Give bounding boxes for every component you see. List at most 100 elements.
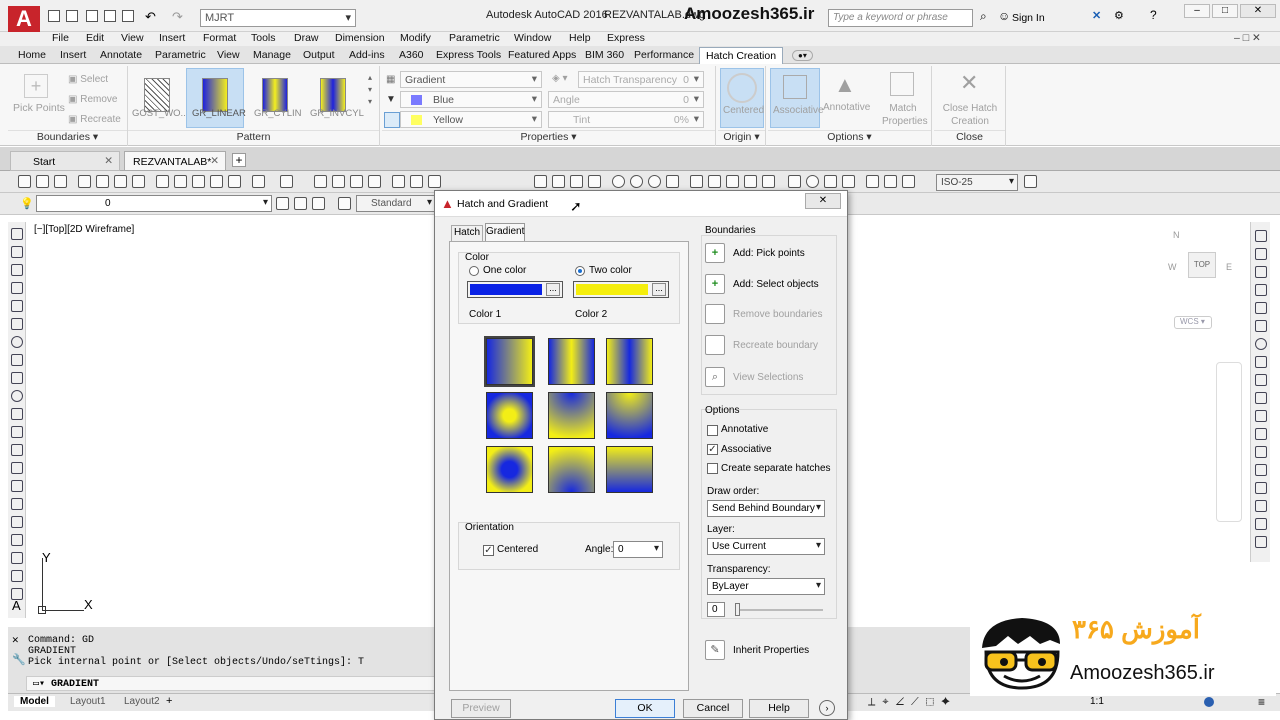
menu-dimension[interactable]: Dimension xyxy=(335,32,385,44)
make-current-icon[interactable] xyxy=(294,197,307,210)
trim-icon[interactable] xyxy=(1255,392,1267,404)
binoculars-icon[interactable]: ⌕ xyxy=(980,9,987,24)
isolate-objects-icon[interactable] xyxy=(1204,697,1214,707)
region-icon[interactable] xyxy=(11,516,23,528)
tab-gradient[interactable]: Gradient xyxy=(485,223,525,241)
dim-edit-icon[interactable] xyxy=(866,175,879,188)
layer-properties-icon[interactable] xyxy=(312,197,325,210)
tab-view[interactable]: View xyxy=(217,49,240,61)
transparency-slider-thumb[interactable] xyxy=(735,603,740,616)
minimize-button[interactable]: – xyxy=(1184,4,1210,18)
gradient-pattern-linear[interactable] xyxy=(484,336,535,387)
workspace-dropdown[interactable]: MJRT xyxy=(200,9,356,27)
viewcube-north[interactable]: N xyxy=(1173,230,1180,240)
line-icon[interactable] xyxy=(11,228,23,240)
continue-icon[interactable] xyxy=(726,175,739,188)
status-toggle-icons[interactable]: ⟂⌖∠⟋⬚✦ xyxy=(868,696,957,709)
paste-icon[interactable] xyxy=(192,175,205,188)
tab-rezvantalab[interactable]: REZVANTALAB* ✕ xyxy=(124,151,226,171)
tab-insert[interactable]: Insert xyxy=(60,49,86,61)
menu-express[interactable]: Express xyxy=(607,32,645,44)
erase-icon[interactable] xyxy=(1255,230,1267,242)
gradient-pattern-cylinder[interactable] xyxy=(548,338,595,385)
angle-dropdown[interactable]: 0 xyxy=(613,541,663,558)
tab-add-ins[interactable]: Add-ins xyxy=(349,49,385,61)
tab-express-tools[interactable]: Express Tools xyxy=(436,49,501,61)
viewcube-west[interactable]: W xyxy=(1168,262,1177,272)
close-tab-icon[interactable]: ✕ xyxy=(210,155,219,167)
close-window-button[interactable]: ✕ xyxy=(1240,4,1276,18)
ok-button[interactable]: OK xyxy=(615,699,675,718)
inherit-properties-icon[interactable]: ✎ xyxy=(705,640,725,660)
color1-picker-button[interactable]: ... xyxy=(546,283,560,296)
help-icon[interactable]: ? xyxy=(1150,8,1157,22)
aligned-dim-icon[interactable] xyxy=(552,175,565,188)
open-icon[interactable] xyxy=(36,175,49,188)
offset-icon[interactable] xyxy=(1255,284,1267,296)
radius-icon[interactable] xyxy=(612,175,625,188)
origin-panel-title[interactable]: Origin ▾ xyxy=(718,130,765,144)
mirror-icon[interactable] xyxy=(1255,266,1267,278)
redo-icon[interactable]: ↷ xyxy=(172,9,183,25)
user-icon[interactable]: ☺ xyxy=(998,9,1010,23)
dim-text-edit-icon[interactable] xyxy=(884,175,897,188)
revcloud-icon[interactable] xyxy=(11,354,23,366)
arc-icon[interactable] xyxy=(11,318,23,330)
close-command-icon[interactable]: ✕ xyxy=(12,633,19,647)
dim-style-dropdown[interactable]: ISO-25 xyxy=(936,174,1018,191)
dim-style-manager-icon[interactable] xyxy=(1024,175,1037,188)
close-tab-icon[interactable]: ✕ xyxy=(104,155,113,167)
point-icon[interactable] xyxy=(11,462,23,474)
chamfer-icon[interactable] xyxy=(1255,482,1267,494)
menu-view[interactable]: View xyxy=(121,32,144,44)
one-color-radio[interactable] xyxy=(469,266,479,276)
angle-field[interactable]: Angle 0 xyxy=(548,91,704,108)
doc-window-controls[interactable]: – □ ✕ xyxy=(1234,32,1261,44)
construction-line-icon[interactable] xyxy=(11,246,23,258)
customize-icon[interactable]: 🔧 xyxy=(12,653,26,667)
close-hatch-creation-button[interactable]: Close Hatch Creation xyxy=(936,102,1004,128)
menu-parametric[interactable]: Parametric xyxy=(449,32,500,44)
new-tab-button[interactable]: + xyxy=(232,153,246,167)
save-icon[interactable] xyxy=(86,10,98,22)
cut-icon[interactable] xyxy=(156,175,169,188)
tab-output[interactable]: Output xyxy=(303,49,335,61)
remove-boundaries-button[interactable]: Remove boundaries xyxy=(733,309,823,320)
open-icon[interactable] xyxy=(66,10,78,22)
layer-dropdown[interactable]: Use Current xyxy=(707,538,825,555)
polygon-icon[interactable] xyxy=(11,282,23,294)
gradient-pattern-spherical[interactable] xyxy=(486,392,533,439)
join-icon[interactable] xyxy=(1255,464,1267,476)
two-color-radio[interactable] xyxy=(575,266,585,276)
copy-icon[interactable] xyxy=(174,175,187,188)
linear-dim-icon[interactable] xyxy=(534,175,547,188)
new-icon[interactable] xyxy=(18,175,31,188)
inherit-properties-button[interactable]: Inherit Properties xyxy=(733,645,809,656)
break-icon[interactable] xyxy=(762,175,775,188)
add-layout-icon[interactable]: + xyxy=(166,695,172,707)
spline-icon[interactable] xyxy=(11,372,23,384)
tab-featured-apps[interactable]: Featured Apps xyxy=(508,49,576,61)
gradient-pattern-invspherical[interactable] xyxy=(486,446,533,493)
ellipse-arc-icon[interactable] xyxy=(11,408,23,420)
scale-icon[interactable] xyxy=(1255,356,1267,368)
gradient-icon[interactable] xyxy=(11,498,23,510)
view-selections-button[interactable]: View Selections xyxy=(733,372,803,383)
extend-icon[interactable] xyxy=(1255,410,1267,422)
ordinate-icon[interactable] xyxy=(588,175,601,188)
properties-panel-title[interactable]: Properties ▾ xyxy=(382,130,715,144)
plot-icon[interactable] xyxy=(122,10,134,22)
save-as-icon[interactable] xyxy=(104,10,116,22)
move-icon[interactable] xyxy=(1255,320,1267,332)
separate-hatches-checkbox[interactable] xyxy=(707,463,718,474)
remove-button[interactable]: ▣ Remove xyxy=(68,94,117,105)
add-selected-icon[interactable] xyxy=(11,570,23,582)
tab-a360[interactable]: A360 xyxy=(399,49,424,61)
pan-icon[interactable] xyxy=(314,175,327,188)
blend-icon[interactable] xyxy=(1255,518,1267,530)
rotate-icon[interactable] xyxy=(1255,338,1267,350)
layout2-tab[interactable]: Layout2 xyxy=(124,696,160,707)
match-icon[interactable] xyxy=(210,175,223,188)
menu-draw[interactable]: Draw xyxy=(294,32,319,44)
menu-modify[interactable]: Modify xyxy=(400,32,431,44)
